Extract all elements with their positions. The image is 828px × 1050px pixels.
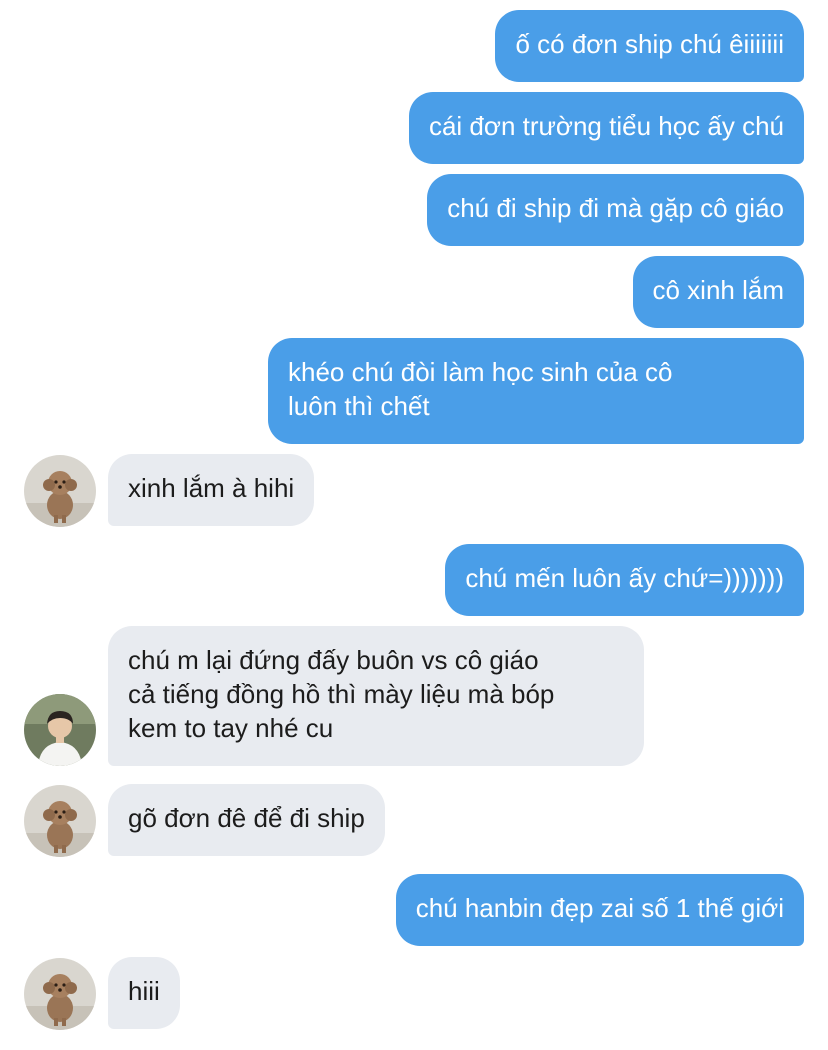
dog-avatar-icon[interactable] bbox=[24, 958, 96, 1030]
outgoing-message[interactable]: ố có đơn ship chú êiiiiiii bbox=[495, 10, 804, 82]
dog-avatar-icon[interactable] bbox=[24, 785, 96, 857]
incoming-message[interactable]: hiii bbox=[108, 957, 180, 1029]
dog-avatar-icon[interactable] bbox=[24, 455, 96, 527]
outgoing-message[interactable]: cô xinh lắm bbox=[632, 256, 804, 328]
outgoing-message[interactable]: khéo chú đòi làm học sinh của cô luôn th… bbox=[268, 338, 804, 444]
incoming-message[interactable]: xinh lắm à hihi bbox=[108, 454, 315, 526]
outgoing-message[interactable]: chú hanbin đẹp zai số 1 thế giới bbox=[395, 874, 804, 946]
incoming-message[interactable]: gõ đơn đê để đi ship bbox=[108, 784, 385, 856]
boy-avatar-icon[interactable] bbox=[24, 694, 96, 766]
outgoing-message[interactable]: chú mến luôn ấy chứ=))))))) bbox=[445, 544, 804, 616]
outgoing-message[interactable]: cái đơn trường tiểu học ấy chú bbox=[408, 92, 804, 164]
incoming-message[interactable]: chú m lại đứng đấy buôn vs cô giáo cả ti… bbox=[108, 626, 644, 766]
outgoing-message[interactable]: chú đi ship đi mà gặp cô giáo bbox=[427, 174, 804, 246]
